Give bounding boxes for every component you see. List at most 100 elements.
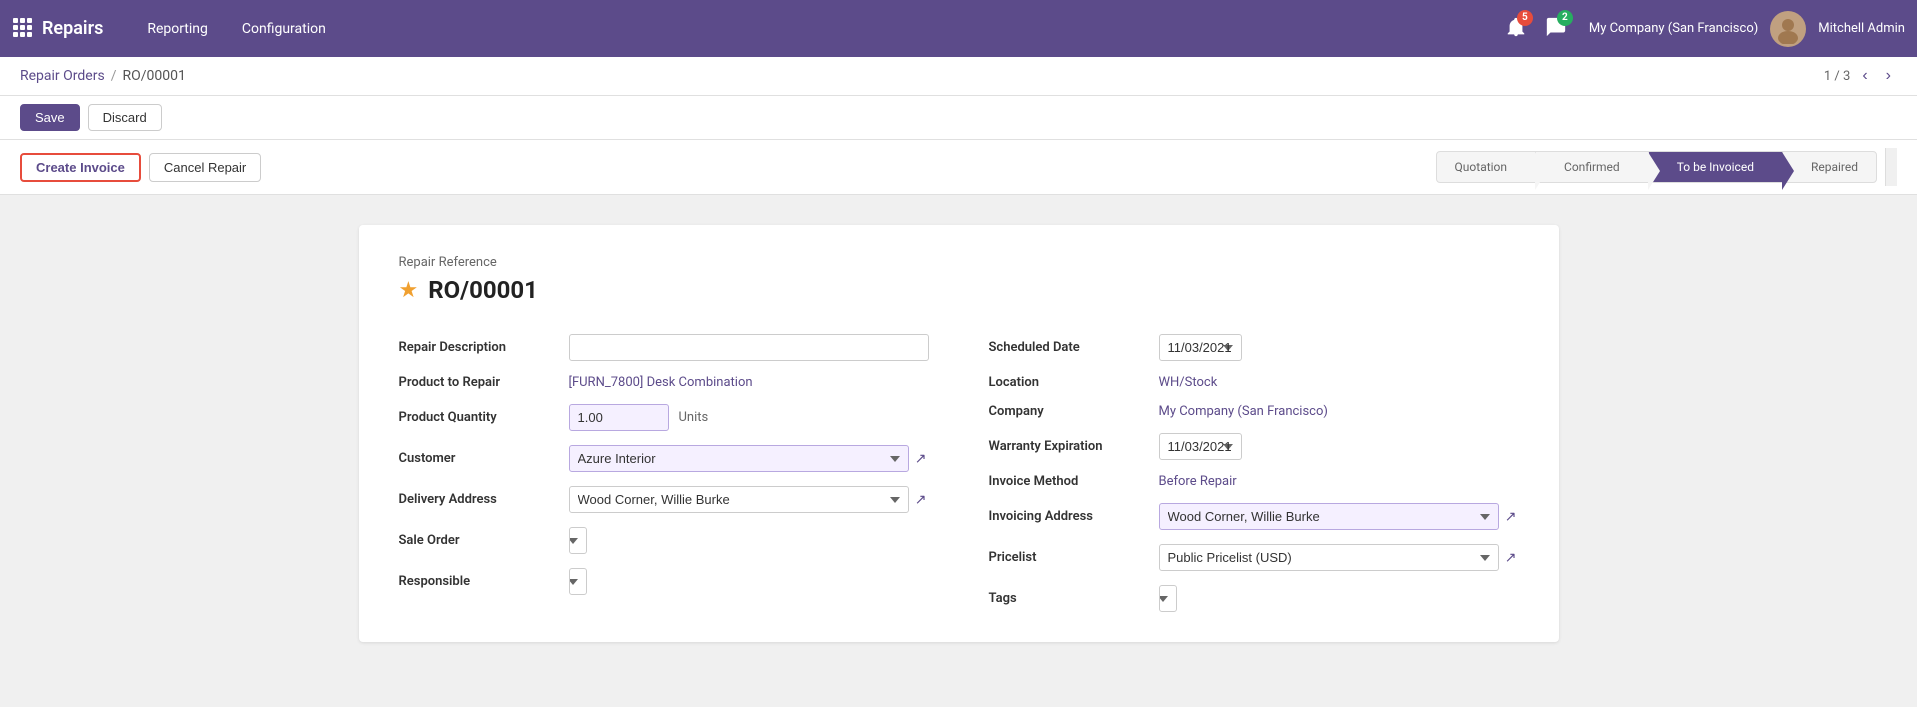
status-bar: Create Invoice Cancel Repair Quotation C… — [0, 140, 1917, 195]
status-steps: Quotation Confirmed To be Invoiced Repai… — [1437, 151, 1877, 183]
value-product-quantity: Units — [569, 404, 929, 431]
repair-ref-label: Repair Reference — [399, 255, 1519, 270]
field-responsible: Responsible — [399, 568, 929, 595]
select-customer[interactable]: Azure Interior — [569, 445, 909, 472]
nav-right: 5 2 My Company (San Francisco) Mitchell … — [1505, 11, 1905, 47]
save-button[interactable]: Save — [20, 104, 80, 131]
grid-icon[interactable] — [12, 17, 32, 41]
invoicing-address-select-wrapper: Wood Corner, Willie Burke ↗ — [1159, 503, 1519, 530]
form-card: Repair Reference ★ RO/00001 Repair Descr… — [359, 225, 1559, 642]
label-sale-order: Sale Order — [399, 533, 559, 548]
pricelist-external-link[interactable]: ↗ — [1503, 547, 1519, 568]
label-company: Company — [989, 404, 1149, 419]
select-warranty-expiration[interactable]: 11/03/2021 — [1159, 433, 1242, 460]
label-responsible: Responsible — [399, 574, 559, 589]
value-scheduled-date: 11/03/2021 — [1159, 334, 1519, 361]
select-tags[interactable] — [1159, 585, 1177, 612]
label-repair-description: Repair Description — [399, 340, 559, 355]
label-warranty-expiration: Warranty Expiration — [989, 439, 1149, 454]
label-invoicing-address: Invoicing Address — [989, 509, 1149, 524]
breadcrumb-current: RO/00001 — [122, 68, 185, 84]
company-name: My Company (San Francisco) — [1589, 21, 1758, 36]
value-delivery-address: Wood Corner, Willie Burke ↗ — [569, 486, 929, 513]
nav-reporting[interactable]: Reporting — [133, 15, 222, 43]
customer-select-wrapper: Azure Interior ↗ — [569, 445, 929, 472]
label-location: Location — [989, 375, 1149, 390]
field-tags: Tags — [989, 585, 1519, 612]
field-delivery-address: Delivery Address Wood Corner, Willie Bur… — [399, 486, 929, 513]
select-sale-order[interactable] — [569, 527, 587, 554]
pager-count: 1 / 3 — [1824, 69, 1850, 84]
value-product-to-repair: [FURN_7800] Desk Combination — [569, 375, 929, 390]
top-navigation: Repairs Reporting Configuration 5 2 My C… — [0, 0, 1917, 57]
field-warranty-expiration: Warranty Expiration 11/03/2021 — [989, 433, 1519, 460]
quantity-units: Units — [679, 410, 709, 425]
label-scheduled-date: Scheduled Date — [989, 340, 1149, 355]
pager-prev[interactable]: ‹ — [1856, 65, 1873, 87]
message-icon[interactable]: 2 — [1545, 16, 1567, 42]
field-pricelist: Pricelist Public Pricelist (USD) ↗ — [989, 544, 1519, 571]
form-grid: Repair Description Product to Repair [FU… — [399, 334, 1519, 612]
step-repaired[interactable]: Repaired — [1782, 151, 1877, 183]
value-responsible — [569, 568, 929, 595]
field-repair-description: Repair Description — [399, 334, 929, 361]
label-product-quantity: Product Quantity — [399, 410, 559, 425]
select-responsible[interactable] — [569, 568, 587, 595]
repair-ref-title: ★ RO/00001 — [399, 276, 1519, 304]
nav-links: Reporting Configuration — [133, 15, 1505, 43]
field-invoicing-address: Invoicing Address Wood Corner, Willie Bu… — [989, 503, 1519, 530]
breadcrumb-parent[interactable]: Repair Orders — [20, 68, 105, 84]
value-invoicing-address: Wood Corner, Willie Burke ↗ — [1159, 503, 1519, 530]
field-location: Location WH/Stock — [989, 375, 1519, 390]
pager-next[interactable]: › — [1880, 65, 1897, 87]
input-repair-description[interactable] — [569, 334, 929, 361]
step-to-be-invoiced[interactable]: To be Invoiced — [1648, 151, 1783, 183]
user-name[interactable]: Mitchell Admin — [1818, 21, 1905, 36]
form-container: Repair Reference ★ RO/00001 Repair Descr… — [0, 195, 1917, 707]
link-company[interactable]: My Company (San Francisco) — [1159, 404, 1328, 419]
form-left-section: Repair Description Product to Repair [FU… — [399, 334, 929, 612]
value-invoice-method: Before Repair — [1159, 474, 1519, 489]
cancel-repair-button[interactable]: Cancel Repair — [149, 153, 261, 182]
user-avatar[interactable] — [1770, 11, 1806, 47]
select-delivery-address[interactable]: Wood Corner, Willie Burke — [569, 486, 909, 513]
value-sale-order — [569, 527, 929, 554]
action-bar: Save Discard — [0, 96, 1917, 140]
create-invoice-button[interactable]: Create Invoice — [20, 153, 141, 182]
select-invoicing-address[interactable]: Wood Corner, Willie Burke — [1159, 503, 1499, 530]
select-scheduled-date[interactable]: 11/03/2021 — [1159, 334, 1242, 361]
message-count: 2 — [1557, 10, 1573, 26]
field-customer: Customer Azure Interior ↗ — [399, 445, 929, 472]
step-confirmed[interactable]: Confirmed — [1535, 151, 1649, 183]
field-product-to-repair: Product to Repair [FURN_7800] Desk Combi… — [399, 375, 929, 390]
favorite-star-icon[interactable]: ★ — [399, 278, 419, 303]
value-tags — [1159, 585, 1519, 612]
value-warranty-expiration: 11/03/2021 — [1159, 433, 1519, 460]
form-right-section: Scheduled Date 11/03/2021 Location WH/St… — [989, 334, 1519, 612]
discard-button[interactable]: Discard — [88, 104, 162, 131]
field-scheduled-date: Scheduled Date 11/03/2021 — [989, 334, 1519, 361]
customer-external-link[interactable]: ↗ — [913, 448, 929, 469]
field-product-quantity: Product Quantity Units — [399, 404, 929, 431]
text-invoice-method: Before Repair — [1159, 474, 1237, 489]
label-pricelist: Pricelist — [989, 550, 1149, 565]
notification-bell[interactable]: 5 — [1505, 16, 1527, 42]
select-pricelist[interactable]: Public Pricelist (USD) — [1159, 544, 1499, 571]
field-company: Company My Company (San Francisco) — [989, 404, 1519, 419]
input-product-quantity[interactable] — [569, 404, 669, 431]
value-company: My Company (San Francisco) — [1159, 404, 1519, 419]
pricelist-select-wrapper: Public Pricelist (USD) ↗ — [1159, 544, 1519, 571]
field-sale-order: Sale Order — [399, 527, 929, 554]
notification-count: 5 — [1517, 10, 1533, 26]
link-location[interactable]: WH/Stock — [1159, 375, 1218, 390]
invoicing-address-external-link[interactable]: ↗ — [1503, 506, 1519, 527]
nav-configuration[interactable]: Configuration — [228, 15, 340, 43]
label-customer: Customer — [399, 451, 559, 466]
link-product-to-repair[interactable]: [FURN_7800] Desk Combination — [569, 375, 753, 390]
scroll-indicator[interactable] — [1885, 148, 1897, 186]
delivery-address-external-link[interactable]: ↗ — [913, 489, 929, 510]
value-customer: Azure Interior ↗ — [569, 445, 929, 472]
step-quotation[interactable]: Quotation — [1436, 151, 1536, 183]
status-actions: Create Invoice Cancel Repair — [20, 153, 1437, 182]
value-location: WH/Stock — [1159, 375, 1519, 390]
